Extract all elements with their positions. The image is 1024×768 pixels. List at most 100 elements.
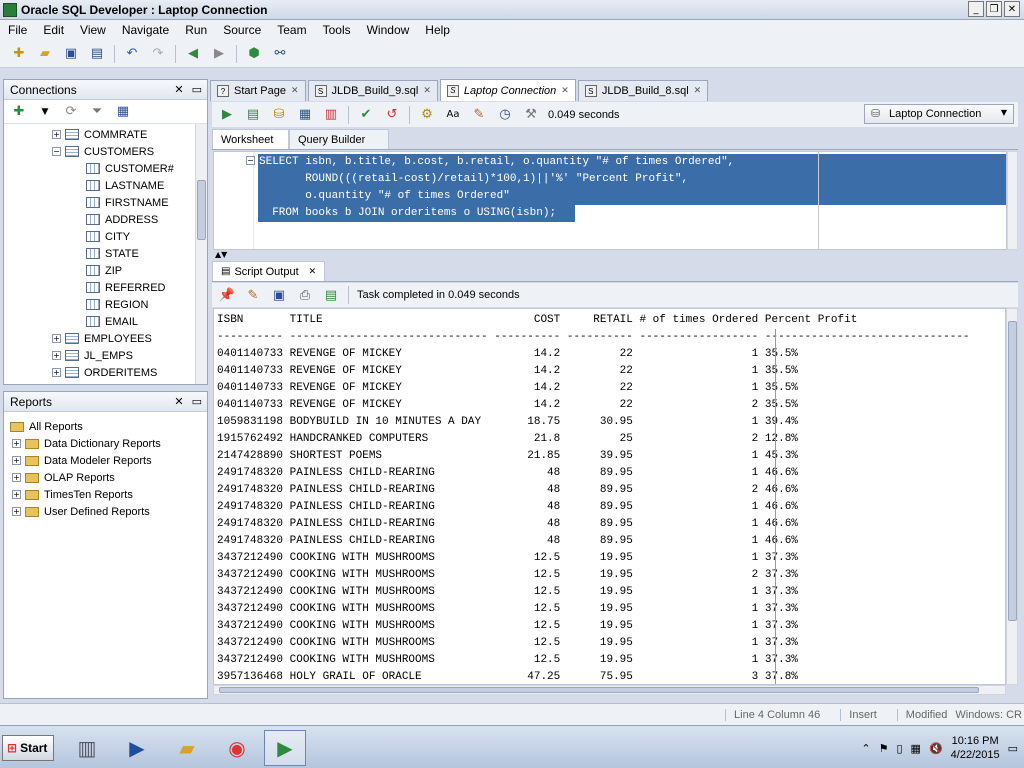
tree-item-city[interactable]: CITY	[4, 228, 194, 245]
close-tab-icon[interactable]: ✕	[423, 86, 431, 96]
explorer-icon[interactable]: ▰	[166, 730, 208, 766]
schema-browser-icon[interactable]: ▦	[114, 103, 132, 121]
expand-icon[interactable]: +	[12, 439, 21, 448]
tab-start-page[interactable]: ? Start Page ✕	[210, 80, 306, 101]
expand-icon[interactable]: +	[12, 490, 21, 499]
report-item-olap-reports[interactable]: + OLAP Reports	[4, 469, 207, 486]
menu-run[interactable]: Run	[177, 23, 215, 37]
report-item-all-reports[interactable]: All Reports	[4, 418, 207, 435]
tree-item-email[interactable]: EMAIL	[4, 313, 194, 330]
binoculars-icon[interactable]: ⚯	[271, 45, 289, 63]
expand-icon[interactable]: +	[12, 473, 21, 482]
splitter-arrows-icon[interactable]: ▲▼	[215, 250, 227, 259]
refresh-icon[interactable]: ⟳	[62, 103, 80, 121]
tree-item-address[interactable]: ADDRESS	[4, 211, 194, 228]
scroll-thumb[interactable]	[219, 687, 979, 693]
chrome-icon[interactable]: ◉	[216, 730, 258, 766]
expand-icon[interactable]: +	[12, 507, 21, 516]
fold-toggle-icon[interactable]: −	[246, 156, 255, 165]
clock[interactable]: 10:16 PM 4/22/2015	[951, 734, 1000, 762]
close-panel-icon[interactable]: ✕	[174, 83, 183, 96]
tools-icon[interactable]: ⚒	[522, 106, 540, 124]
report-item-data-dictionary-reports[interactable]: + Data Dictionary Reports	[4, 435, 207, 452]
tree-item-orderitems[interactable]: + ORDERITEMS	[4, 364, 194, 381]
tree-item-employees[interactable]: + EMPLOYEES	[4, 330, 194, 347]
tab-query-builder[interactable]: Query Builder	[289, 129, 389, 149]
tree-item-referred[interactable]: REFERRED	[4, 279, 194, 296]
clear-icon[interactable]: ✎	[244, 286, 262, 304]
tree-item-region[interactable]: REGION	[4, 296, 194, 313]
output-scrollbar[interactable]	[1006, 308, 1018, 685]
print-icon[interactable]: ⎙	[296, 286, 314, 304]
scroll-thumb[interactable]	[197, 180, 206, 240]
expand-icon[interactable]: +	[52, 130, 61, 139]
connections-scrollbar[interactable]	[195, 124, 207, 384]
tab-jldb-build-9[interactable]: S JLDB_Build_9.sql ✕	[307, 80, 438, 101]
commit-icon[interactable]: ⛁	[270, 106, 288, 124]
close-tab-icon[interactable]: ✕	[694, 86, 702, 96]
minimize-panel-icon[interactable]: ▭	[192, 83, 202, 96]
scroll-thumb[interactable]	[1008, 321, 1017, 621]
device-icon[interactable]: ▯	[896, 742, 902, 755]
history-icon[interactable]: ◷	[496, 106, 514, 124]
menu-source[interactable]: Source	[215, 23, 269, 37]
expand-icon[interactable]: +	[12, 456, 21, 465]
eraser-icon[interactable]: ✎	[470, 106, 488, 124]
expand-icon[interactable]: +	[52, 368, 61, 377]
menu-window[interactable]: Window	[359, 23, 418, 37]
new-icon[interactable]: ✚	[10, 45, 28, 63]
forward-icon[interactable]: ▶	[210, 45, 228, 63]
add-connection-icon[interactable]: ✚	[10, 103, 28, 121]
network-icon[interactable]: ▦	[911, 742, 921, 755]
expand-icon[interactable]: +	[52, 334, 61, 343]
tree-item-state[interactable]: STATE	[4, 245, 194, 262]
tree-item-customers[interactable]: − CUSTOMERS	[4, 143, 194, 160]
volume-icon[interactable]: 🔇	[929, 742, 943, 755]
save-all-icon[interactable]: ▤	[88, 45, 106, 63]
restore-button[interactable]: ❐	[986, 1, 1002, 17]
editor-scrollbar[interactable]	[1007, 151, 1018, 250]
menu-file[interactable]: File	[0, 23, 35, 37]
close-panel-icon[interactable]: ✕	[174, 395, 183, 408]
report-item-user-defined-reports[interactable]: + User Defined Reports	[4, 503, 207, 520]
script-output-area[interactable]: ISBN TITLE COST RETAIL # of times Ordere…	[213, 308, 1006, 685]
save-icon[interactable]: ▣	[270, 286, 288, 304]
sql-tuning-icon[interactable]: ⚙	[418, 106, 436, 124]
menu-view[interactable]: View	[72, 23, 114, 37]
close-tab-icon[interactable]: ✕	[291, 86, 299, 96]
tree-item-lastname[interactable]: LASTNAME	[4, 177, 194, 194]
tab-script-output[interactable]: ▤ Script Output ✕	[212, 261, 326, 281]
open-icon[interactable]: ▰	[36, 45, 54, 63]
sql-icon[interactable]: ⬢	[245, 45, 263, 63]
minimize-button[interactable]: _	[968, 1, 984, 17]
collapse-icon[interactable]: −	[52, 147, 61, 156]
commit-transaction-icon[interactable]: ✔	[357, 106, 375, 124]
expand-icon[interactable]: +	[52, 351, 61, 360]
sql-editor[interactable]: − SELECT isbn, b.title, b.cost, b.retail…	[213, 151, 1007, 250]
export-icon[interactable]: ▤	[322, 286, 340, 304]
chevron-up-icon[interactable]: ⌃	[861, 742, 870, 755]
menu-team[interactable]: Team	[269, 23, 314, 37]
close-tab-icon[interactable]: ✕	[309, 267, 317, 277]
menu-navigate[interactable]: Navigate	[114, 23, 177, 37]
sqldeveloper-task-icon[interactable]: ▶	[264, 730, 306, 766]
menu-tools[interactable]: Tools	[315, 23, 359, 37]
report-item-data-modeler-reports[interactable]: + Data Modeler Reports	[4, 452, 207, 469]
pin-icon[interactable]: 📌	[218, 286, 236, 304]
run-script-icon[interactable]: ▤	[244, 106, 262, 124]
autotrace-icon[interactable]: ▥	[322, 106, 340, 124]
tree-item-orders[interactable]: +ORDERS	[4, 381, 194, 385]
powershell-icon[interactable]: ▶	[116, 730, 158, 766]
tab-laptop-connection[interactable]: S Laptop Connection ✕	[439, 79, 576, 101]
back-icon[interactable]: ◀	[184, 45, 202, 63]
format-case-icon[interactable]: Aa	[444, 106, 462, 124]
menu-edit[interactable]: Edit	[35, 23, 72, 37]
close-tab-icon[interactable]: ✕	[561, 86, 569, 96]
tree-item-customer-[interactable]: CUSTOMER#	[4, 160, 194, 177]
filter-icon[interactable]: ⏷	[88, 103, 106, 121]
output-hscrollbar[interactable]	[213, 685, 1006, 695]
tree-item-jl-emps[interactable]: + JL_EMPS	[4, 347, 194, 364]
menu-help[interactable]: Help	[417, 23, 458, 37]
start-button[interactable]: ⊞ Start	[2, 735, 54, 761]
minimize-panel-icon[interactable]: ▭	[192, 395, 202, 408]
